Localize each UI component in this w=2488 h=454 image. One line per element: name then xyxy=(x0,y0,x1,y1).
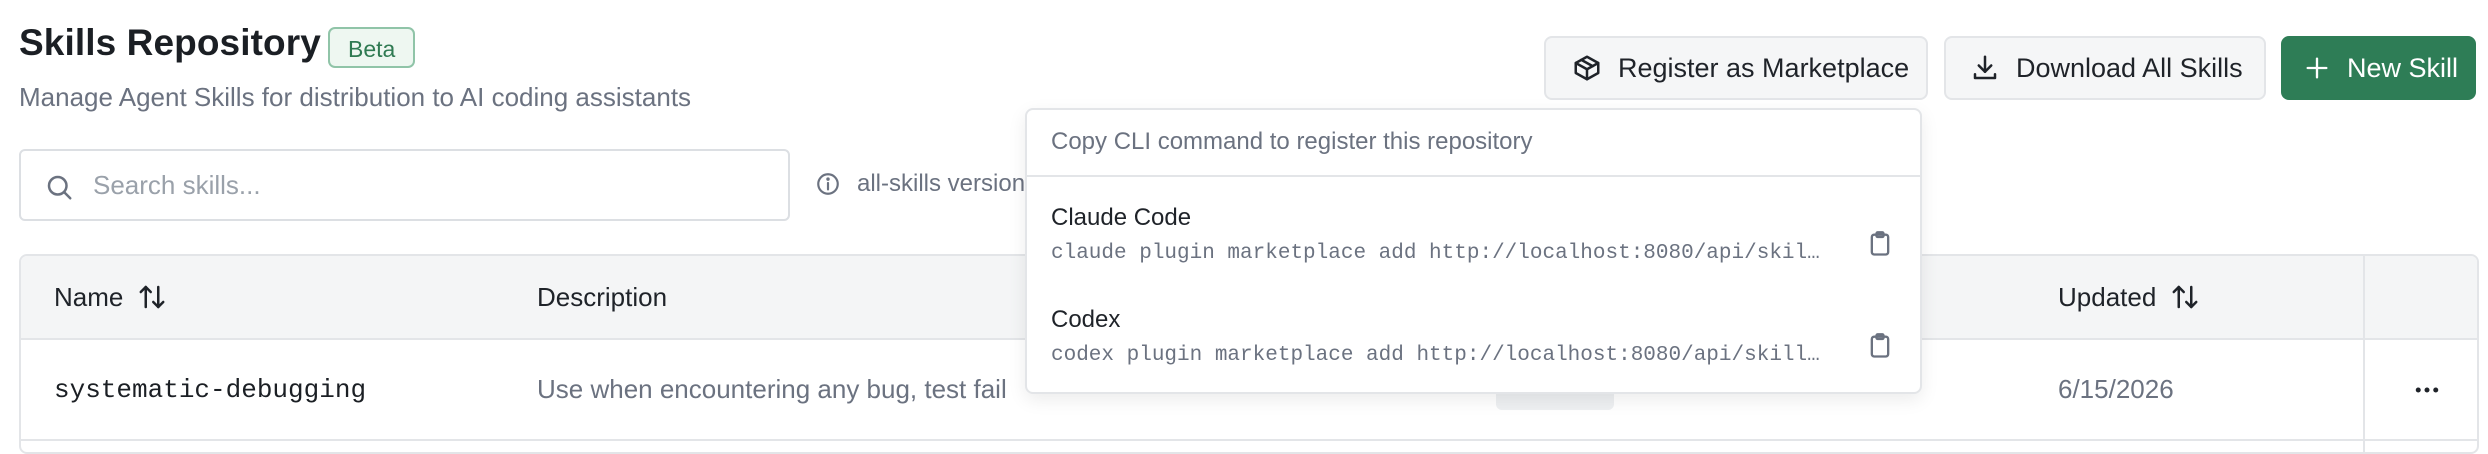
download-all-skills-label: Download All Skills xyxy=(2016,52,2243,83)
sort-arrows-icon xyxy=(137,282,167,312)
more-horizontal-icon xyxy=(2412,375,2442,405)
popover-item-label: Codex xyxy=(1051,306,1121,333)
beta-badge: Beta xyxy=(328,27,416,68)
search-input[interactable] xyxy=(93,161,773,209)
popover-item-codex[interactable]: Codex codex plugin marketplace add http:… xyxy=(1027,294,1920,394)
register-marketplace-button[interactable]: Register as Marketplace xyxy=(1544,36,1928,100)
version-info-text: all-skills version xyxy=(857,170,1026,197)
version-info: all-skills version xyxy=(815,170,1025,198)
page-subtitle: Manage Agent Skills for distribution to … xyxy=(19,82,692,112)
plus-icon xyxy=(2303,54,2331,82)
skill-updated: 6/15/2026 xyxy=(2058,374,2174,404)
sort-arrows-icon xyxy=(2170,282,2200,312)
popover-heading: Copy CLI command to register this reposi… xyxy=(1051,128,1533,155)
page-title: Skills Repository xyxy=(19,22,321,63)
copy-claude-command-button[interactable] xyxy=(1866,230,1894,258)
cli-command: codex plugin marketplace add http://loca… xyxy=(1051,344,1831,367)
package-icon xyxy=(1572,53,1602,83)
download-icon xyxy=(1970,53,2000,83)
cli-command: claude plugin marketplace add http://loc… xyxy=(1051,242,1831,265)
download-all-skills-button[interactable]: Download All Skills xyxy=(1944,36,2266,100)
search-icon xyxy=(44,172,74,202)
popover-divider xyxy=(1027,175,1920,177)
popover-item-claude-code[interactable]: Claude Code claude plugin marketplace ad… xyxy=(1027,192,1920,292)
skill-description: Use when encountering any bug, test fail xyxy=(537,374,1007,404)
new-skill-button[interactable]: New Skill xyxy=(2281,36,2476,100)
info-icon xyxy=(815,171,841,197)
popover-item-label: Claude Code xyxy=(1051,204,1192,231)
register-marketplace-label: Register as Marketplace xyxy=(1618,52,1910,83)
register-marketplace-popover: Copy CLI command to register this reposi… xyxy=(1025,108,1922,394)
new-skill-label: New Skill xyxy=(2347,52,2459,83)
column-header-updated[interactable]: Updated xyxy=(2058,256,2200,338)
column-header-description: Description xyxy=(537,281,668,312)
clipboard-icon xyxy=(1866,332,1894,360)
column-header-name[interactable]: Name xyxy=(54,256,167,338)
skill-name[interactable]: systematic-debugging xyxy=(54,340,366,439)
row-actions-button[interactable] xyxy=(2399,340,2455,439)
copy-codex-command-button[interactable] xyxy=(1866,332,1894,360)
search-box[interactable] xyxy=(19,149,790,221)
clipboard-icon xyxy=(1866,230,1894,258)
